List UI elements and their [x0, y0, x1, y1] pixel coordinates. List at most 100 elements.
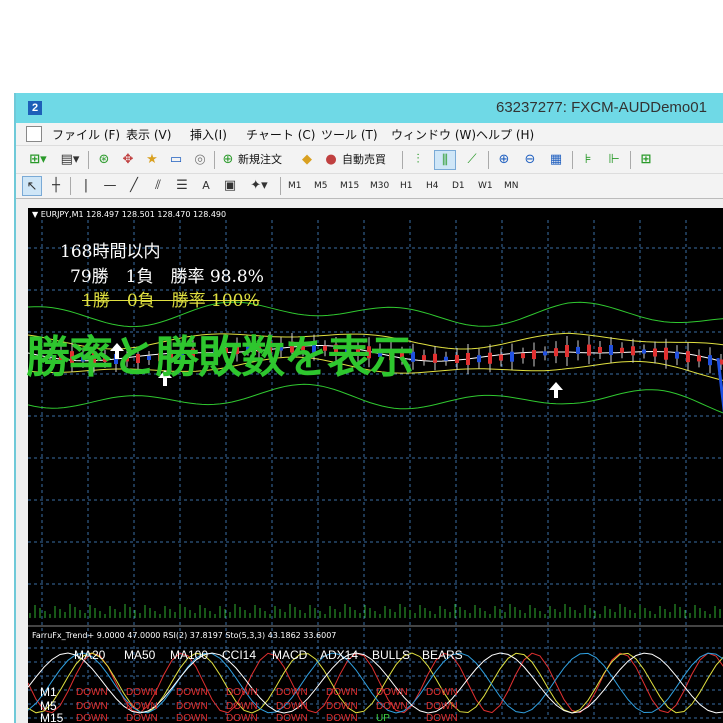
horizontal-line-icon[interactable]: — — [100, 176, 120, 196]
chart-shift-icon[interactable]: ⊩ — [604, 150, 624, 170]
navigator-icon[interactable]: ★ — [142, 150, 162, 170]
metaeditor-icon[interactable]: ◆ — [298, 150, 316, 170]
indicators-icon[interactable]: ⊞ — [636, 150, 656, 170]
signal-cell: DOWN — [126, 713, 158, 723]
menu-file[interactable]: ファイル (F) — [52, 126, 120, 143]
toolbar-divider — [88, 151, 89, 169]
drawing-toolbar: ↖ ┼ | — ╱ ⫽ ☰ A ▣ ✦▾ M1 M5 M15 M30 H1 H4… — [16, 173, 723, 199]
signal-cell: DOWN — [76, 713, 108, 723]
candle-body — [488, 352, 492, 364]
signal-row-label: M15 — [40, 711, 64, 723]
timeframe-m30[interactable]: M30 — [370, 178, 389, 194]
toolbar-divider — [402, 151, 403, 169]
standard-toolbar: ⊞▾ ▤▾ ⊛ ✥ ★ ▭ ◎ ⊕ 新規注文 ◆ ● 自動売買 ⫶ ⫼ ⟋ ⊕ … — [16, 145, 723, 174]
signal-row-label: M1 — [40, 685, 57, 699]
timeframe-h4[interactable]: H4 — [426, 178, 439, 194]
indicator-column-header: BULLS — [372, 648, 411, 662]
tile-windows-icon[interactable]: ▦ — [546, 150, 566, 170]
data-window-icon[interactable]: ✥ — [118, 150, 138, 170]
price-drop-line — [716, 357, 723, 414]
menu-insert[interactable]: 挿入(I) — [190, 126, 227, 143]
title-bar: 2 63237277: FXCM-AUDDemo01 — [16, 93, 723, 123]
terminal-window: 2 63237277: FXCM-AUDDemo01 ファイル (F) 表示 (… — [14, 93, 723, 723]
candle-body — [444, 356, 448, 361]
signal-cell: DOWN — [126, 687, 158, 698]
candle-body — [466, 352, 470, 365]
bar-chart-icon[interactable]: ⫶ — [408, 150, 428, 170]
candle-body — [664, 347, 668, 360]
terminal-icon[interactable]: ▭ — [166, 150, 186, 170]
cursor-icon[interactable]: ↖ — [22, 176, 42, 196]
toolbar-divider — [630, 151, 631, 169]
indicator-column-header: MA50 — [124, 648, 156, 662]
auto-trading-button[interactable]: 自動売買 — [342, 150, 386, 170]
indicator-header: FarruFx_Trend+ 9.0000 47.0000 RSI(2) 37.… — [32, 631, 337, 640]
timeframe-m5[interactable]: M5 — [314, 178, 328, 194]
arrows-icon[interactable]: ✦▾ — [244, 176, 274, 196]
menu-bar: ファイル (F) 表示 (V) 挿入(I) チャート (C) ツール (T) ウ… — [16, 123, 723, 145]
candle-body — [422, 355, 426, 361]
band-lower-outer — [28, 383, 723, 414]
candle-body — [598, 346, 602, 353]
profiles-icon[interactable]: ▤▾ — [56, 150, 84, 170]
crosshair-icon[interactable]: ┼ — [46, 176, 66, 196]
timeframe-m15[interactable]: M15 — [340, 178, 359, 194]
candle-body — [510, 351, 514, 362]
toolbar-divider — [280, 177, 281, 195]
timeframe-m1[interactable]: M1 — [288, 178, 302, 194]
candle-body — [697, 355, 701, 362]
new-order-button[interactable]: 新規注文 — [238, 150, 282, 170]
candlestick-chart-icon[interactable]: ⫼ — [434, 150, 456, 170]
market-watch-icon[interactable]: ⊛ — [94, 150, 114, 170]
menu-window[interactable]: ウィンドウ (W) — [391, 126, 476, 143]
equidistant-channel-icon[interactable]: ⫽ — [148, 176, 168, 196]
auto-trading-icon[interactable]: ● — [322, 150, 340, 170]
timeframe-w1[interactable]: W1 — [478, 178, 493, 194]
new-chart-icon[interactable]: ⊞▾ — [24, 150, 52, 170]
signal-cell: DOWN — [276, 687, 308, 698]
chart-window[interactable]: ▼ EURJPY,M1 128.497 128.501 128.470 128.… — [26, 208, 723, 723]
menu-view[interactable]: 表示 (V) — [126, 126, 171, 143]
toolbar-divider — [214, 151, 215, 169]
signal-cell: DOWN — [276, 701, 308, 712]
auto-scroll-icon[interactable]: ⊧ — [578, 150, 598, 170]
candle-body — [620, 347, 624, 353]
app-logo-icon: 2 — [28, 101, 42, 115]
text-tool-icon[interactable]: A — [196, 176, 216, 196]
signal-cell: DOWN — [76, 701, 108, 712]
signal-cell: DOWN — [426, 687, 458, 698]
signal-cell: DOWN — [426, 701, 458, 712]
menu-help[interactable]: ヘルプ (H) — [476, 126, 534, 143]
toolbar-divider — [572, 151, 573, 169]
document-icon[interactable] — [26, 126, 42, 142]
new-order-icon[interactable]: ⊕ — [220, 150, 236, 170]
fibonacci-icon[interactable]: ☰ — [172, 176, 192, 196]
trendline-icon[interactable]: ╱ — [124, 176, 144, 196]
indicator-column-header: CCI14 — [222, 648, 257, 662]
zoom-in-icon[interactable]: ⊕ — [494, 150, 514, 170]
indicator-column-header: MA20 — [74, 648, 106, 662]
window-title: 63237277: FXCM-AUDDemo01 — [496, 99, 707, 116]
candle-body — [532, 350, 536, 360]
zoom-out-icon[interactable]: ⊖ — [520, 150, 540, 170]
menu-chart[interactable]: チャート (C) — [246, 126, 315, 143]
text-label-icon[interactable]: ▣ — [220, 176, 240, 196]
strategy-tester-icon[interactable]: ◎ — [190, 150, 210, 170]
menu-tools[interactable]: ツール (T) — [321, 126, 378, 143]
signal-cell: DOWN — [176, 687, 208, 698]
toolbar-divider — [70, 177, 71, 195]
timeframe-d1[interactable]: D1 — [452, 178, 465, 194]
toolbar-divider — [488, 151, 489, 169]
candle-body — [631, 346, 635, 356]
line-chart-icon[interactable]: ⟋ — [462, 150, 482, 170]
vertical-line-icon[interactable]: | — [76, 176, 96, 196]
indicator-column-header: MA100 — [170, 648, 209, 662]
candle-body — [576, 346, 580, 354]
overlay-caption: 勝率と勝敗数を表示 — [26, 332, 414, 383]
timeframe-h1[interactable]: H1 — [400, 178, 413, 194]
timeframe-mn[interactable]: MN — [504, 178, 519, 194]
candle-body — [543, 351, 547, 356]
candle-body — [433, 353, 437, 363]
candle-body — [554, 348, 558, 357]
candle-body — [708, 355, 712, 366]
